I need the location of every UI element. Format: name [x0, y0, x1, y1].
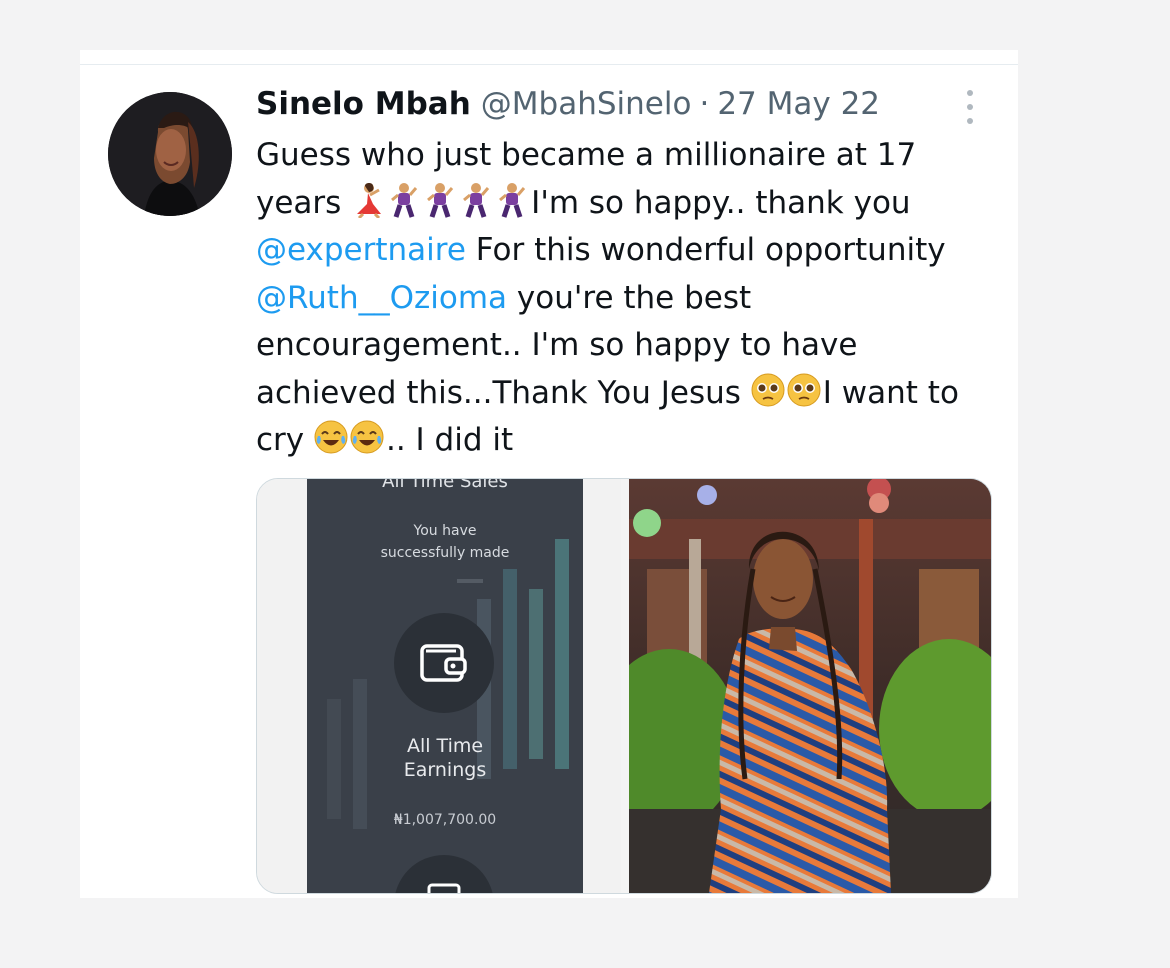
earnings-value: ₦1,007,700.00: [393, 812, 497, 828]
avatar[interactable]: [108, 92, 232, 216]
divider: [80, 64, 1018, 65]
earnings-label-2: Earnings: [403, 759, 487, 781]
media-image-earnings[interactable]: All Time Sales You have successfully mad…: [257, 479, 621, 893]
man-dancing-icon: [391, 182, 418, 218]
screenshot-line1: You have: [413, 523, 477, 539]
handle[interactable]: @MbahSinelo: [481, 86, 692, 122]
tweet-header: Sinelo Mbah @MbahSinelo · 27 May 22: [256, 86, 880, 126]
tweet-date[interactable]: 27 May 22: [717, 86, 880, 122]
mention-link[interactable]: @expertnaire: [256, 232, 466, 268]
tweet-card: Sinelo Mbah @MbahSinelo · 27 May 22 Gues…: [80, 50, 1018, 898]
man-dancing-icon: [463, 182, 490, 218]
tears-of-joy-icon: [314, 420, 348, 454]
text-segment: .. I did it: [386, 422, 514, 458]
avatar-photo-icon: [108, 92, 232, 216]
media-image-photo[interactable]: [629, 479, 991, 893]
tears-of-joy-icon: [350, 420, 384, 454]
more-options-icon[interactable]: [958, 90, 982, 124]
all-time-sales-heading: All Time Sales: [382, 479, 508, 492]
man-dancing-icon: [427, 182, 454, 218]
pleading-face-icon: [751, 373, 785, 406]
man-dancing-icon: [499, 182, 526, 218]
display-name[interactable]: Sinelo Mbah: [256, 86, 471, 122]
earnings-label-1: All Time: [406, 735, 484, 757]
text-segment: I'm so happy.. thank you: [531, 184, 911, 221]
earnings-screenshot: All Time Sales You have successfully mad…: [307, 479, 583, 893]
mention-link[interactable]: @Ruth__Ozioma: [256, 280, 507, 316]
pleading-face-icon: [787, 373, 821, 406]
girl-photo-icon: [629, 479, 991, 893]
woman-dancing-icon: [357, 182, 382, 218]
tweet-media[interactable]: All Time Sales You have successfully mad…: [256, 478, 992, 894]
text-segment: For this wonderful opportunity: [465, 232, 946, 268]
tweet-text: Guess who just became a millionaire at 1…: [256, 132, 996, 465]
wallet-icon: [394, 613, 494, 713]
separator: ·: [699, 86, 710, 122]
screenshot-line2: successfully made: [380, 545, 510, 561]
